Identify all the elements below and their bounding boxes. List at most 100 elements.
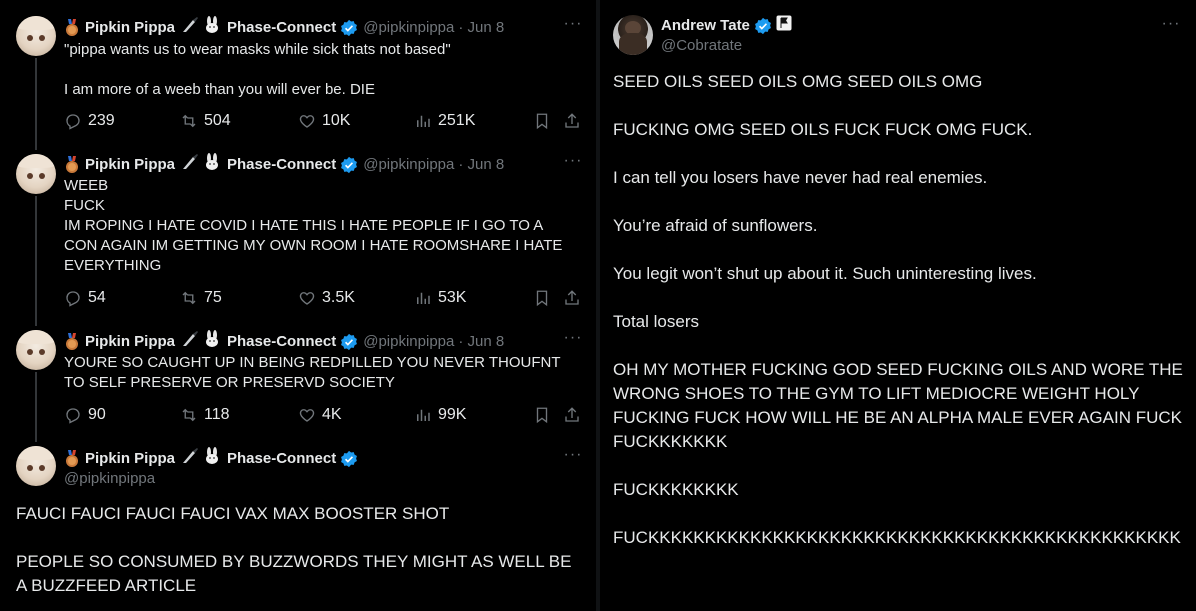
tweet-text: WEEB FUCK IM ROPING I HATE COVID I HATE …	[64, 177, 563, 274]
handle[interactable]: @pipkinpippa	[363, 332, 454, 352]
tweet-text: SEED OILS SEED OILS OMG SEED OILS OMG FU…	[613, 70, 1183, 574]
tweet-text-paragraph: FAUCI FAUCI FAUCI FAUCI VAX MAX BOOSTER …	[16, 504, 450, 523]
thread-line	[35, 58, 37, 150]
views-count: 99K	[438, 406, 467, 423]
share-icon	[565, 407, 579, 422]
display-name[interactable]: Pipkin Pippa	[85, 18, 175, 38]
tweet-text: YOURE SO CAUGHT UP IN BEING REDPILLED YO…	[64, 354, 561, 391]
medal-icon	[64, 450, 80, 468]
like-button[interactable]: 4K	[298, 406, 342, 424]
tweet-paragraph: You legit won’t shut up about it. Such u…	[613, 264, 1037, 283]
reply-icon	[66, 408, 80, 424]
like-button[interactable]: 3.5K	[298, 289, 355, 307]
avatar[interactable]	[16, 16, 56, 56]
medal-icon	[64, 333, 80, 351]
views-count: 53K	[438, 289, 467, 306]
verified-badge-icon	[341, 450, 358, 468]
avatar[interactable]	[16, 154, 56, 194]
like-icon	[299, 292, 315, 305]
reply-button[interactable]: 90	[64, 406, 106, 424]
share-button[interactable]	[563, 112, 587, 130]
avatar[interactable]	[16, 446, 56, 486]
tweet-header: Pipkin Pippa Phase-Connect	[64, 447, 358, 471]
bookmark-icon	[536, 113, 548, 130]
verified-badge-icon	[341, 333, 358, 351]
tweet-header: Pipkin Pippa Phase-Connect @pipkinpippa …	[64, 330, 504, 354]
repost-icon	[182, 408, 196, 422]
bookmark-button[interactable]	[533, 112, 557, 130]
like-icon	[299, 115, 315, 128]
avatar[interactable]	[16, 330, 56, 370]
rabbit-emoji-icon	[203, 153, 221, 177]
display-name[interactable]: Pipkin Pippa	[85, 155, 175, 175]
more-icon[interactable]: ···	[1161, 16, 1181, 38]
share-button[interactable]	[563, 289, 587, 307]
knife-emoji-icon	[181, 447, 199, 471]
handle[interactable]: @pipkinpippa	[64, 469, 155, 489]
thread-line	[35, 372, 37, 442]
rabbit-emoji-icon	[203, 16, 221, 40]
more-icon[interactable]: ···	[563, 330, 583, 352]
handle[interactable]: @pipkinpippa	[363, 155, 454, 175]
reply-button[interactable]: 239	[64, 112, 115, 130]
tweet-paragraph: FUCKKKKKKKK	[613, 480, 739, 499]
display-name[interactable]: Andrew Tate	[661, 16, 750, 36]
like-icon	[299, 409, 315, 422]
bookmark-button[interactable]	[533, 289, 557, 307]
affiliation-name[interactable]: Phase-Connect	[227, 18, 336, 38]
repost-count: 75	[204, 289, 222, 306]
reply-count: 90	[88, 406, 106, 423]
bookmark-button[interactable]	[533, 406, 557, 424]
reply-count: 239	[88, 112, 115, 129]
more-icon[interactable]: ···	[563, 16, 583, 38]
display-name[interactable]: Pipkin Pippa	[85, 332, 175, 352]
reply-icon	[66, 114, 80, 130]
tweet-text-paragraph: PEOPLE SO CONSUMED BY BUZZWORDS THEY MIG…	[16, 552, 572, 595]
share-button[interactable]	[563, 406, 587, 424]
tweet-paragraph: OH MY MOTHER FUCKING GOD SEED FUCKING OI…	[613, 360, 1183, 451]
handle[interactable]: @pipkinpippa	[363, 18, 454, 38]
timestamp[interactable]: · Jun 8	[458, 332, 504, 352]
tweet-paragraph: FUCKING OMG SEED OILS FUCK FUCK OMG FUCK…	[613, 120, 1033, 139]
tweet-paragraph: FUCKKKKKKKKKKKKKKKKKKKKKKKKKKKKKKKKKKKKK…	[613, 528, 1181, 547]
knife-emoji-icon	[181, 330, 199, 354]
like-button[interactable]: 10K	[298, 112, 350, 130]
views-button[interactable]: 251K	[414, 112, 475, 130]
thread-line	[35, 196, 37, 326]
views-button[interactable]: 53K	[414, 289, 466, 307]
medal-icon	[64, 156, 80, 174]
repost-button[interactable]: 118	[180, 406, 230, 424]
share-icon	[565, 290, 579, 305]
repost-count: 504	[204, 112, 231, 129]
timestamp[interactable]: · Jun 8	[458, 18, 504, 38]
views-button[interactable]: 99K	[414, 406, 466, 424]
tweet-paragraph: I can tell you losers have never had rea…	[613, 168, 988, 187]
right-tweet-panel: Andrew Tate @Cobratate ··· SEED OILS SEE…	[600, 0, 1196, 611]
repost-button[interactable]: 504	[180, 112, 231, 130]
left-thread-panel: Pipkin Pippa Phase-Connect @pipkinpippa …	[0, 0, 596, 611]
tweet-paragraph: You’re afraid of sunflowers.	[613, 216, 818, 235]
avatar[interactable]	[613, 15, 653, 55]
timestamp[interactable]: · Jun 8	[458, 155, 504, 175]
reply-button[interactable]: 54	[64, 289, 106, 307]
handle[interactable]: @Cobratate	[661, 36, 742, 56]
tweet-paragraph: SEED OILS SEED OILS OMG SEED OILS OMG	[613, 72, 983, 91]
display-name[interactable]: Pipkin Pippa	[85, 449, 175, 469]
affiliation-name[interactable]: Phase-Connect	[227, 449, 336, 469]
more-icon[interactable]: ···	[563, 447, 583, 469]
views-count: 251K	[438, 112, 476, 129]
repost-button[interactable]: 75	[180, 289, 222, 307]
share-icon	[565, 113, 579, 128]
repost-count: 118	[204, 406, 230, 423]
verified-badge-icon	[754, 17, 771, 35]
affiliation-name[interactable]: Phase-Connect	[227, 332, 336, 352]
tweet-paragraph: Total losers	[613, 312, 699, 331]
affiliation-name[interactable]: Phase-Connect	[227, 155, 336, 175]
repost-icon	[182, 291, 196, 305]
verified-badge-icon	[341, 156, 358, 174]
bookmark-icon	[536, 407, 548, 424]
reply-icon	[66, 291, 80, 307]
more-icon[interactable]: ···	[563, 153, 583, 175]
bookmark-icon	[536, 290, 548, 307]
rabbit-emoji-icon	[203, 447, 221, 471]
